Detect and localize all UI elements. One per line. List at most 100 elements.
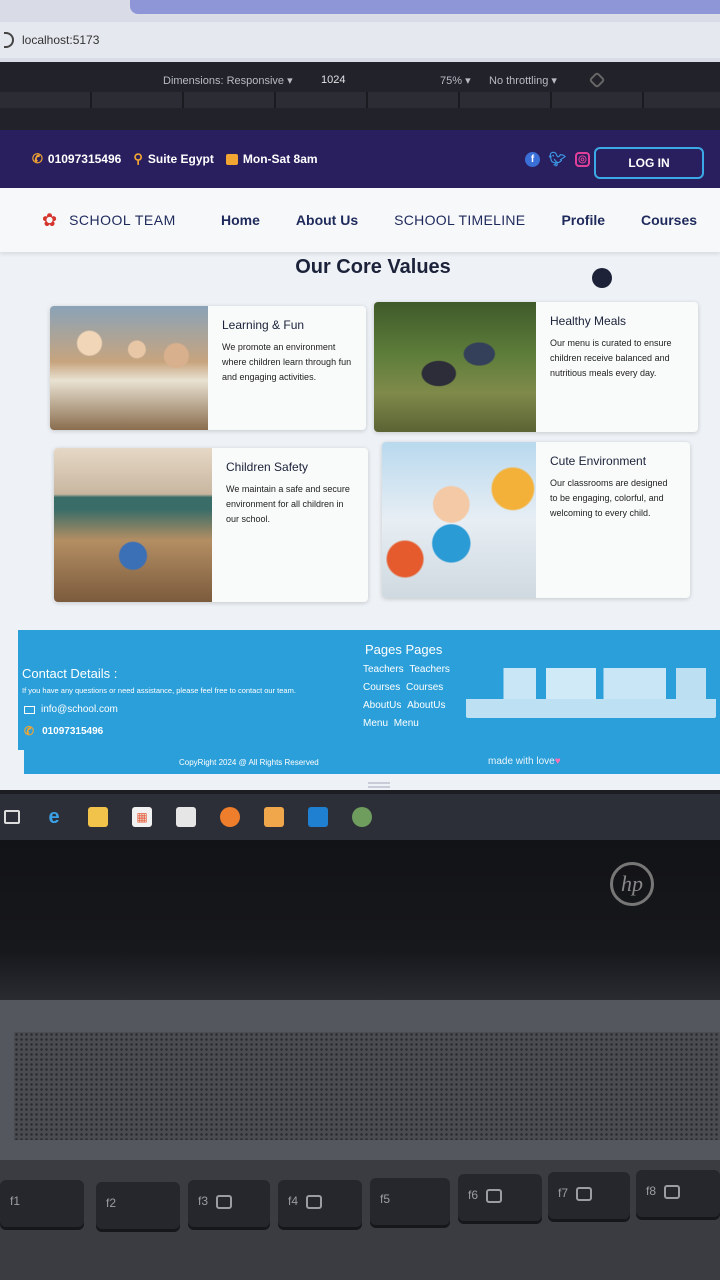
footer-phone[interactable]: ✆ 01097315496 bbox=[24, 724, 103, 738]
nav-home[interactable]: Home bbox=[221, 212, 260, 228]
nav-about-us[interactable]: About Us bbox=[296, 212, 358, 228]
classroom-photo bbox=[54, 448, 212, 602]
task-view-icon[interactable] bbox=[4, 810, 20, 824]
key-f3[interactable]: f3 bbox=[188, 1180, 270, 1230]
value-card-safety[interactable]: Children Safety We maintain a safe and s… bbox=[54, 448, 368, 602]
made-with-love-text: made with love bbox=[488, 756, 555, 767]
school-skyline-illustration bbox=[466, 668, 716, 718]
footer-email[interactable]: info@school.com bbox=[24, 704, 118, 715]
value-card-learning[interactable]: Learning & Fun We promote an environment… bbox=[50, 306, 366, 430]
key-f6[interactable]: f6 bbox=[458, 1174, 542, 1224]
vscode-icon[interactable] bbox=[308, 807, 328, 827]
viewport-width-input[interactable]: 1024 bbox=[321, 74, 345, 86]
viewport-resize-handle[interactable] bbox=[368, 782, 390, 788]
calendar-icon bbox=[225, 153, 238, 165]
key-f8[interactable]: f8 bbox=[636, 1170, 720, 1220]
key-label: f6 bbox=[468, 1188, 479, 1202]
child-photo bbox=[382, 442, 536, 598]
footer-link-teachers[interactable]: Teachers bbox=[409, 664, 450, 675]
speaker-panel bbox=[0, 1000, 720, 1160]
topbar-location-text: Suite Egypt bbox=[147, 152, 214, 166]
core-values-title: Our Core Values bbox=[295, 256, 451, 278]
school-logo-icon: ✿ bbox=[42, 209, 58, 230]
key-label: f7 bbox=[558, 1186, 569, 1200]
browser-window-header: localhost:5173 bbox=[0, 0, 720, 62]
instagram-icon[interactable]: ◎ bbox=[575, 152, 590, 167]
brand[interactable]: ✿ SCHOOL TEAM bbox=[42, 210, 176, 231]
footer-link-about[interactable]: AboutUs bbox=[407, 700, 445, 711]
main-navbar: ✿ SCHOOL TEAM Home About Us SCHOOL TIMEL… bbox=[0, 188, 720, 252]
devtools-device-toolbar: Dimensions: Responsive ▾ 1024 75% ▾ No t… bbox=[0, 62, 720, 130]
key-label: f1 bbox=[10, 1194, 21, 1208]
key-f4[interactable]: f4 bbox=[278, 1180, 362, 1230]
copyright-bar: CopyRight 2024 @ All Rights Reserved bbox=[24, 750, 720, 774]
display-switch-icon bbox=[306, 1194, 323, 1209]
login-button[interactable]: LOG IN bbox=[594, 147, 704, 179]
reload-icon[interactable] bbox=[4, 32, 14, 48]
brightness-icon bbox=[216, 1194, 233, 1209]
url-text[interactable]: localhost:5173 bbox=[22, 33, 99, 47]
chrome-icon[interactable] bbox=[352, 807, 372, 827]
app-icon[interactable] bbox=[264, 807, 284, 827]
firefox-icon[interactable] bbox=[220, 807, 240, 827]
footer-page-row: AboutUs AboutUs bbox=[363, 700, 450, 711]
rotate-icon[interactable] bbox=[588, 71, 606, 89]
nav-courses[interactable]: Courses bbox=[641, 212, 697, 228]
value-card-text: Our classrooms are designed to be engagi… bbox=[550, 478, 668, 518]
key-label: f4 bbox=[288, 1194, 299, 1208]
facebook-icon[interactable]: f bbox=[525, 152, 540, 167]
dimensions-dropdown[interactable]: Dimensions: Responsive ▾ bbox=[163, 74, 293, 87]
address-bar[interactable]: localhost:5173 bbox=[0, 22, 720, 58]
topbar-phone: ✆ 01097315496 bbox=[32, 151, 121, 167]
footer-link-teachers[interactable]: Teachers bbox=[363, 664, 404, 675]
throttling-dropdown[interactable]: No throttling ▾ bbox=[489, 74, 557, 87]
footer-page-row: Courses Courses bbox=[363, 682, 450, 693]
media-query-ruler bbox=[0, 92, 720, 108]
value-card-meals[interactable]: Healthy Meals Our menu is curated to ens… bbox=[374, 302, 698, 432]
mail-icon bbox=[24, 705, 35, 714]
topbar-phone-text: 01097315496 bbox=[47, 152, 122, 166]
twitter-icon[interactable]: 🐦︎ bbox=[549, 151, 567, 167]
file-explorer-icon[interactable] bbox=[88, 807, 108, 827]
nav-school-timeline[interactable]: SCHOOL TIMELINE bbox=[394, 212, 525, 228]
nav-links: Home About Us SCHOOL TIMELINE Profile Co… bbox=[221, 212, 720, 228]
value-card-title: Cute Environment bbox=[550, 454, 647, 468]
topbar-location: ⚲ Suite Egypt bbox=[133, 151, 214, 167]
footer-link-about[interactable]: AboutUs bbox=[363, 700, 401, 711]
key-label: f3 bbox=[198, 1194, 209, 1208]
zoom-dropdown[interactable]: 75% ▾ bbox=[440, 74, 471, 87]
value-card-title: Healthy Meals bbox=[550, 314, 627, 328]
browser-tab[interactable] bbox=[130, 0, 720, 14]
store-icon[interactable]: ▦ bbox=[132, 807, 152, 827]
phone-icon: ✆ bbox=[24, 724, 35, 738]
footer-link-menu[interactable]: Menu bbox=[394, 718, 419, 729]
footer-link-courses[interactable]: Courses bbox=[406, 682, 443, 693]
value-card-title: Children Safety bbox=[226, 460, 309, 474]
nav-profile[interactable]: Profile bbox=[561, 212, 605, 228]
footer-page-row: Teachers Teachers bbox=[363, 664, 450, 675]
meals-photo bbox=[374, 302, 536, 432]
site-viewport: ✆ 01097315496 ⚲ Suite Egypt Mon-Sat 8am … bbox=[0, 130, 720, 790]
scroll-indicator-dot[interactable] bbox=[592, 268, 612, 288]
mail-app-icon[interactable] bbox=[176, 807, 196, 827]
value-card-text: We maintain a safe and secure environmen… bbox=[226, 484, 350, 524]
key-f1[interactable]: f1 bbox=[0, 1180, 84, 1230]
topbar-hours: Mon-Sat 8am bbox=[225, 152, 318, 166]
footer-phone-text[interactable]: 01097315496 bbox=[42, 726, 103, 737]
copyright-text: CopyRight 2024 @ All Rights Reserved bbox=[179, 758, 319, 767]
footer-email-text[interactable]: info@school.com bbox=[41, 704, 118, 715]
key-f2[interactable]: f2 bbox=[96, 1182, 180, 1232]
key-f7[interactable]: f7 bbox=[548, 1172, 630, 1222]
learning-photo bbox=[50, 306, 208, 430]
value-card-text: We promote an environment where children… bbox=[222, 342, 352, 382]
value-card-text: Our menu is curated to ensure children r… bbox=[550, 338, 672, 378]
footer-link-menu[interactable]: Menu bbox=[363, 718, 388, 729]
social-links: f 🐦︎ ◎ bbox=[525, 151, 590, 167]
footer-link-courses[interactable]: Courses bbox=[363, 682, 400, 693]
contact-note: If you have any questions or need assist… bbox=[22, 686, 296, 695]
value-card-environment[interactable]: Cute Environment Our classrooms are desi… bbox=[382, 442, 690, 598]
key-f5[interactable]: f5 bbox=[370, 1178, 450, 1228]
footer-pages-list: Teachers Teachers Courses Courses AboutU… bbox=[363, 664, 450, 736]
contact-details-title: Contact Details : bbox=[22, 666, 118, 681]
edge-icon[interactable]: e bbox=[44, 806, 64, 828]
